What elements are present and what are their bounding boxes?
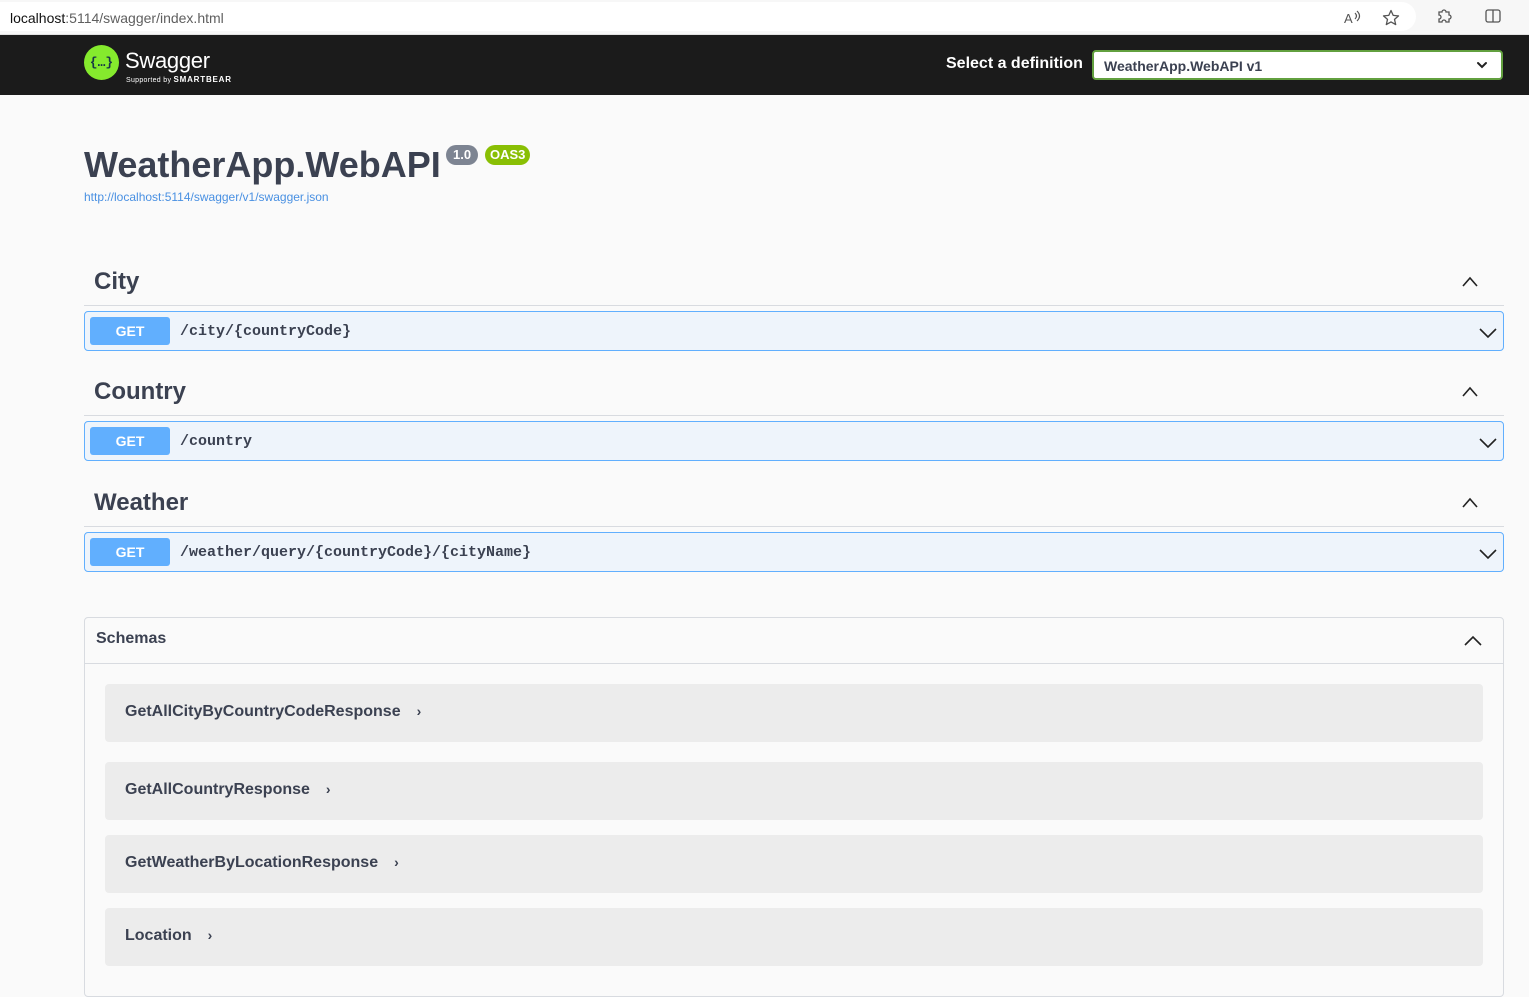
favorite-star-icon[interactable]: [1380, 7, 1402, 29]
schema-model[interactable]: Location ›: [105, 908, 1483, 966]
tag-name: City: [94, 268, 140, 295]
method-badge: GET: [90, 427, 170, 455]
operation-path: /country: [180, 433, 253, 450]
chevron-right-icon: ›: [325, 781, 331, 797]
chevron-down-icon[interactable]: [1479, 324, 1497, 342]
oas-badge: OAS3: [485, 145, 531, 165]
schemas-header[interactable]: Schemas: [85, 618, 1503, 664]
chevron-right-icon: ›: [416, 703, 422, 719]
browser-toolbar: localhost:5114/swagger/index.html A: [0, 0, 1529, 35]
svg-text:A: A: [1344, 11, 1353, 26]
operation-path: /city/{countryCode}: [180, 323, 352, 340]
swagger-logo-text: Swagger: [125, 48, 210, 73]
definition-select-value: WeatherApp.WebAPI v1: [1104, 58, 1263, 74]
model-name: Location ›: [125, 927, 213, 944]
address-url[interactable]: localhost:5114/swagger/index.html: [10, 10, 224, 26]
chevron-down-icon: [1475, 58, 1489, 72]
schemas-title: Schemas: [96, 630, 167, 647]
api-title: WeatherApp.WebAPI: [84, 144, 441, 185]
tag-name: Country: [94, 378, 186, 405]
chevron-right-icon: ›: [207, 927, 213, 943]
tag-country-header[interactable]: Country: [84, 366, 1504, 416]
model-name: GetAllCityByCountryCodeResponse ›: [125, 703, 422, 720]
chevron-down-icon[interactable]: [1479, 545, 1497, 563]
swagger-topbar: {…} Swagger Supported by SMARTBEAR Selec…: [0, 35, 1529, 95]
operation-path: /weather/query/{countryCode}/{cityName}: [180, 544, 532, 561]
swagger-logo-icon: {…}: [84, 45, 119, 80]
method-badge: GET: [90, 317, 170, 345]
extensions-icon[interactable]: [1433, 5, 1455, 27]
spec-url-link[interactable]: http://localhost:5114/swagger/v1/swagger…: [84, 190, 329, 204]
version-badge: 1.0: [446, 145, 479, 165]
tag-weather-header[interactable]: Weather: [84, 477, 1504, 527]
url-host: localhost: [10, 10, 66, 26]
tag-name: Weather: [94, 489, 189, 516]
chevron-right-icon: ›: [394, 854, 399, 870]
schema-model[interactable]: GetAllCityByCountryCodeResponse ›: [105, 684, 1483, 742]
method-badge: GET: [90, 538, 170, 566]
chevron-up-icon[interactable]: [1462, 495, 1478, 511]
chevron-up-icon[interactable]: [1462, 384, 1478, 400]
tag-city-header[interactable]: City: [84, 256, 1504, 306]
split-screen-icon[interactable]: [1482, 5, 1504, 27]
url-path: :5114/swagger/index.html: [65, 10, 224, 26]
operation-get-country[interactable]: GET /country: [84, 421, 1504, 461]
operation-get-city[interactable]: GET /city/{countryCode}: [84, 311, 1504, 351]
operation-get-weather[interactable]: GET /weather/query/{countryCode}/{cityNa…: [84, 532, 1504, 572]
schema-model[interactable]: GetWeatherByLocationResponse ›: [105, 835, 1483, 893]
definition-select[interactable]: WeatherApp.WebAPI v1: [1092, 50, 1503, 80]
chevron-up-icon[interactable]: [1464, 632, 1482, 650]
address-bar[interactable]: localhost:5114/swagger/index.html A: [0, 2, 1416, 31]
chevron-up-icon[interactable]: [1462, 274, 1478, 290]
model-name: GetWeatherByLocationResponse ›: [125, 854, 399, 871]
swagger-logo[interactable]: {…} Swagger Supported by SMARTBEAR: [84, 45, 232, 85]
definition-label: Select a definition: [946, 55, 1083, 72]
schemas-section: Schemas GetAllCityByCountryCodeResponse ›…: [84, 617, 1504, 997]
swagger-logo-subtitle: Supported by SMARTBEAR: [126, 75, 232, 84]
schema-model[interactable]: GetAllCountryResponse ›: [105, 762, 1483, 820]
chevron-down-icon[interactable]: [1479, 434, 1497, 452]
read-aloud-icon[interactable]: A: [1341, 7, 1363, 29]
model-name: GetAllCountryResponse ›: [125, 781, 331, 798]
